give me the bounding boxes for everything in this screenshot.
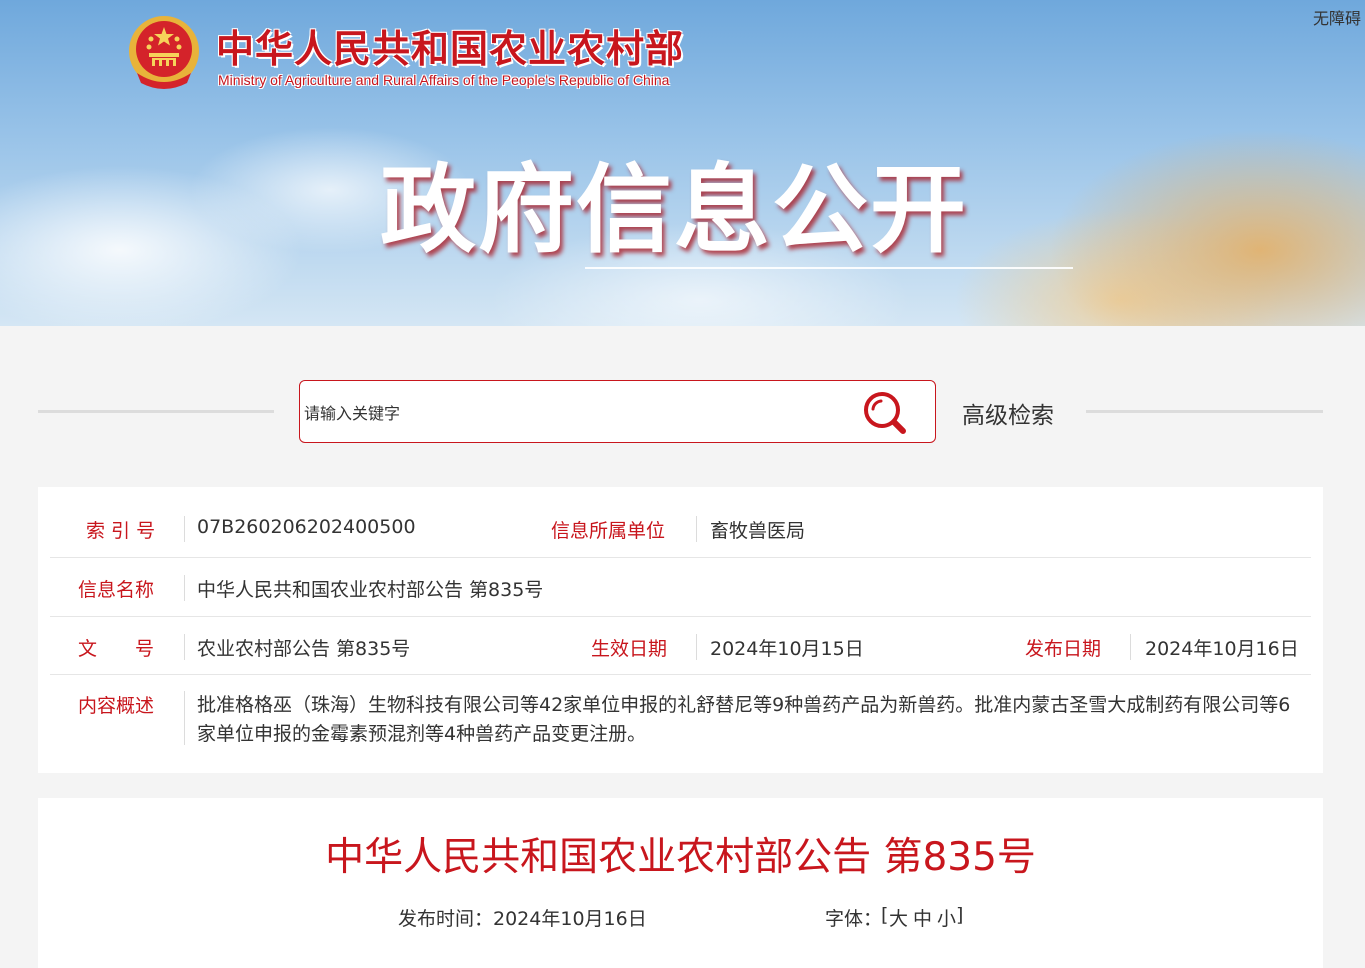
separator (1130, 634, 1131, 660)
separator (696, 516, 697, 542)
pubtime-label: 发布时间： (398, 908, 494, 930)
accessibility-link[interactable]: 无障碍 (1313, 5, 1361, 29)
article-title: 中华人民共和国农业农村部公告 第835号 (325, 835, 1036, 880)
font-large-button[interactable]: 大 (889, 904, 908, 931)
separator (184, 634, 185, 660)
docno-label: 文 号 (78, 638, 155, 660)
banner-divider (585, 267, 1073, 269)
summary-value: 批准格格巫（珠海）生物科技有限公司等42家单位申报的礼舒替尼等9种兽药产品为新兽… (197, 694, 1291, 745)
header-banner: 中华人民共和国农业农村部 Ministry of Agriculture and… (0, 0, 1365, 326)
separator (184, 575, 185, 601)
name-value: 中华人民共和国农业农村部公告 第835号 (197, 579, 544, 601)
pubtime-value: 2024年10月16日 (493, 908, 647, 930)
effective-value: 2024年10月15日 (710, 638, 864, 660)
info-table: 索 引 号 07B260206202400500 信息所属单位 畜牧兽医局 信息… (38, 487, 1323, 773)
search-box (299, 380, 936, 443)
banner-title: 政府信息公开 (380, 154, 968, 266)
unit-value: 畜牧兽医局 (710, 520, 806, 542)
info-row-docno: 文 号 农业农村部公告 第835号 生效日期 2024年10月15日 发布日期 … (50, 617, 1311, 675)
ministry-name-en[interactable]: Ministry of Agriculture and Rural Affair… (218, 72, 669, 88)
info-row-summary: 内容概述 批准格格巫（珠海）生物科技有限公司等42家单位申报的礼舒替尼等9种兽药… (50, 687, 1311, 757)
docno-value: 农业农村部公告 第835号 (197, 638, 411, 660)
info-row-index: 索 引 号 07B260206202400500 信息所属单位 畜牧兽医局 (50, 499, 1311, 558)
font-medium-button[interactable]: 中 (913, 904, 932, 931)
font-size-label: 字体： (825, 908, 883, 930)
national-emblem-icon (129, 16, 199, 89)
summary-label: 内容概述 (78, 695, 155, 717)
separator (696, 634, 697, 660)
advanced-search-link[interactable]: 高级检索 (962, 396, 1054, 430)
ministry-name-cn[interactable]: 中华人民共和国农业农村部 (216, 18, 684, 73)
separator (184, 691, 185, 745)
article-card: 中华人民共和国农业农村部公告 第835号 发布时间： 2024年10月16日 字… (38, 798, 1323, 968)
search-divider-right (1086, 410, 1323, 413)
font-bracket-open: [ (881, 904, 889, 926)
search-input[interactable] (302, 395, 846, 431)
effective-label: 生效日期 (591, 638, 668, 660)
unit-label: 信息所属单位 (551, 520, 666, 542)
info-row-name: 信息名称 中华人民共和国农业农村部公告 第835号 (50, 558, 1311, 617)
search-divider-left (38, 410, 274, 413)
publish-label: 发布日期 (1025, 638, 1102, 660)
name-label: 信息名称 (78, 579, 155, 601)
index-value: 07B260206202400500 (197, 516, 416, 538)
index-label: 索 引 号 (86, 520, 156, 542)
font-bracket-close: ] (956, 904, 964, 926)
publish-value: 2024年10月16日 (1145, 638, 1299, 660)
font-small-button[interactable]: 小 (937, 904, 956, 931)
separator (184, 516, 185, 542)
search-icon[interactable] (860, 389, 910, 435)
